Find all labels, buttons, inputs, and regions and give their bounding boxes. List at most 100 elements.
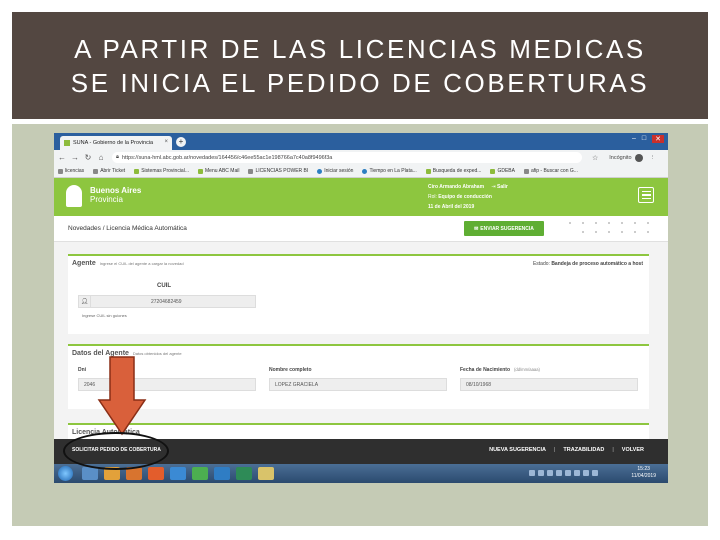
bookmark-item[interactable]: GDEBA [490,168,515,174]
tab-close-icon[interactable]: × [164,139,168,145]
tray-icon[interactable] [583,470,589,476]
window-close-icon[interactable]: ✕ [652,135,664,143]
trazabilidad-button[interactable]: TRAZABILIDAD [563,447,604,453]
status-label: Estado: [532,261,550,267]
user-name: Ciro Armando Abraham [428,184,485,190]
browser-tab[interactable]: SUNA - Gobierno de la Provincia × [60,136,172,150]
bookmark-item[interactable]: afip - Buscar con G... [523,168,578,174]
decorative-dots [569,220,659,236]
tray-icon[interactable] [538,470,544,476]
start-button-icon[interactable] [58,466,73,481]
tray-icon[interactable] [547,470,553,476]
bookmark-item[interactable]: Abrir Ticket [93,168,125,174]
envelope-icon: ✉ [474,225,479,232]
bookmark-label: Tiempo en La Plata... [369,168,417,174]
bookmark-label: Sistemas Provincial... [141,168,189,174]
bookmark-item[interactable]: Tiempo en La Plata... [362,168,417,174]
page-icon [523,168,529,174]
breadcrumb: Novedades / Licencia Médica Automática [68,225,187,232]
minimize-icon[interactable]: – [632,135,636,143]
dni-label: Dni [78,367,87,373]
send-suggestion-label: ENVIAR SUGERENCIA [480,225,534,232]
tray-icon[interactable] [592,470,598,476]
browser-tab-title: SUNA - Gobierno de la Provincia [73,140,154,146]
cuil-input[interactable]: 👤︎ 27204682459 [78,295,256,308]
page-icon [58,168,63,174]
logout-icon[interactable]: ⇥ [491,184,495,190]
user-info: Ciro Armando Abraham ⇥ Salir Rol: Equipo… [428,182,508,212]
address-bar[interactable]: 🔒︎ https://suna-hml.abc.gob.ar/novedades… [112,152,582,163]
explorer-icon[interactable] [82,467,98,480]
back-icon[interactable]: ← [57,153,67,162]
bookmark-item[interactable]: Busqueda de exped... [425,168,482,174]
reload-icon[interactable]: ↻ [83,153,93,162]
bookmark-label: licencias [65,168,85,174]
logout-link[interactable]: Salir [497,184,508,190]
tray-icon[interactable] [565,470,571,476]
tray-icon[interactable] [556,470,562,476]
current-date: 11 de Abril del 2019 [428,204,475,210]
maximize-icon[interactable]: □ [642,135,646,143]
outlook-icon[interactable] [214,467,230,480]
right-actions: NUEVA SUGERENCIA | TRAZABILIDAD | VOLVER [489,447,644,453]
bookmark-item[interactable]: Sistemas Provincial... [134,168,189,174]
app-header: Buenos Aires Provincia Ciro Armando Abra… [54,178,668,216]
incognito-indicator[interactable]: ☆ Incógnito ⋮ [592,153,656,162]
firefox-icon[interactable] [148,467,164,480]
page-icon [93,168,99,174]
windows-taskbar: 15:23 11/04/2019 [54,464,668,483]
agente-panel: Agente Ingrese el CUIL del agente a carg… [68,254,649,334]
bookmark-label: Menu ABC Mail [205,168,240,174]
powerbi-icon [248,168,254,174]
role-label: Rol: [428,194,437,200]
bookmark-item[interactable]: LICENCIAS POWER BI [248,168,308,174]
bookmark-label: Busqueda de exped... [432,168,482,174]
fecha-label: Fecha de Nacimiento (dd/mm/aaaa) [460,367,540,373]
fecha-label-text: Fecha de Nacimiento [460,367,511,373]
bookmark-label: LICENCIAS POWER BI [255,168,309,174]
fecha-field[interactable]: 08/10/1968 [460,378,638,391]
menu-dots-icon[interactable]: ⋮ [650,155,656,161]
cuil-help-text: Ingrese CUIL sin guiones [82,313,127,318]
hamburger-menu-icon[interactable] [638,187,654,203]
favicon-icon [64,140,70,146]
new-tab-button[interactable]: + [176,137,186,147]
app-logo[interactable]: Buenos Aires Provincia [90,186,141,204]
cuil-label: CUIL [157,283,171,289]
status-indicator: Estado: Bandeja de proceso automático a … [533,261,643,267]
chrome-icon[interactable] [192,467,208,480]
taskbar-clock[interactable]: 15:23 11/04/2019 [631,466,656,480]
excel-icon[interactable] [236,467,252,480]
bookmark-label: Abrir Ticket [100,168,126,174]
agente-title: Agente Ingrese el CUIL del agente a carg… [72,260,184,267]
datos-agente-panel: Datos del Agente Datos obtenidos del age… [68,344,649,409]
bookmark-label: Iniciar sesión [324,168,354,174]
logo-line-1: Buenos Aires [90,186,142,195]
tray-icon[interactable] [529,470,535,476]
separator: | [612,447,614,453]
home-icon[interactable]: ⌂ [96,153,106,162]
internet-explorer-icon[interactable] [170,467,186,480]
slide: A PARTIR DE LAS LICENCIAS MEDICAS SE INI… [0,0,720,540]
nombre-label: Nombre completo [269,367,312,373]
role-value: Equipo de conducción [438,194,492,200]
bookmark-item[interactable]: licencias [58,168,84,174]
address-bar-url: https://suna-hml.abc.gob.ar/novedades/16… [121,154,333,161]
status-value: Bandeja de proceso automático a host [551,261,643,267]
notes-icon[interactable] [258,467,274,480]
incognito-label: Incógnito [609,154,632,161]
slide-title-line-1: A PARTIR DE LAS LICENCIAS MEDICAS [74,33,646,64]
nombre-field[interactable]: LOPEZ GRACIELA [269,378,447,391]
province-logo-icon [66,185,82,207]
clock-date: 11/04/2019 [631,473,656,479]
forward-icon[interactable]: → [70,153,80,162]
highlight-ellipse [63,432,169,470]
incognito-icon [634,153,643,162]
send-suggestion-button[interactable]: ✉ ENVIAR SUGERENCIA [464,221,544,236]
tray-icon[interactable] [574,470,580,476]
bookmark-item[interactable]: Menu ABC Mail [198,168,239,174]
bookmark-item[interactable]: Iniciar sesión [317,168,353,174]
bookmark-star-icon[interactable]: ☆ [592,154,598,162]
volver-button[interactable]: VOLVER [622,447,644,453]
nueva-sugerencia-button[interactable]: NUEVA SUGERENCIA [489,447,546,453]
